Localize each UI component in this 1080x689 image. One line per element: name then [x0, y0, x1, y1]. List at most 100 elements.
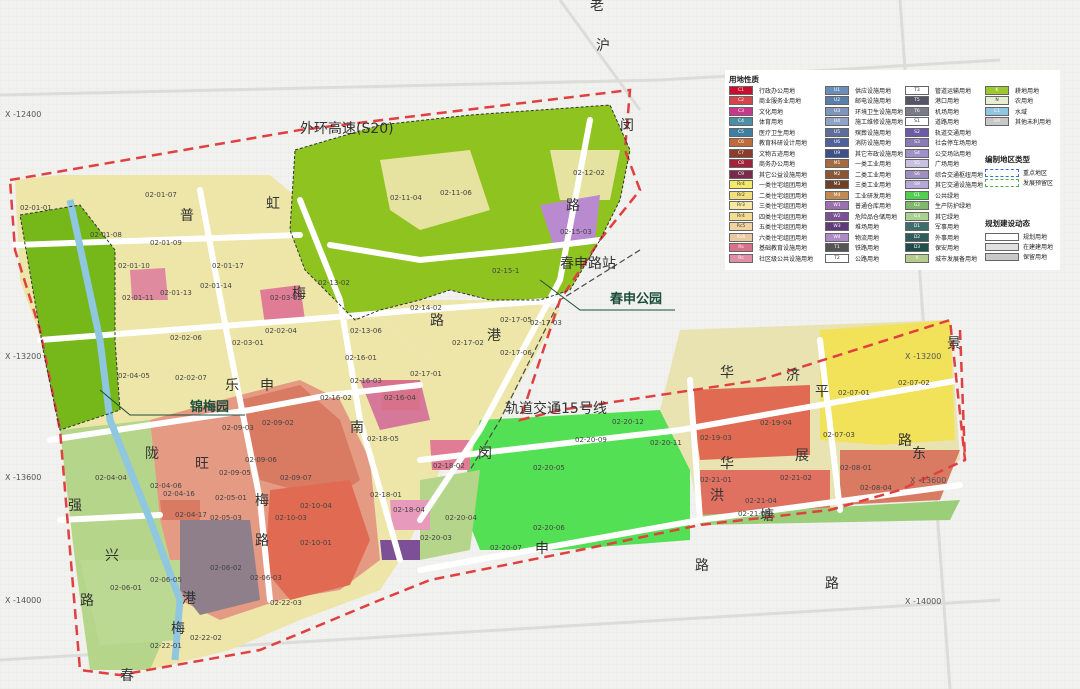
legend-item: C4 体育用地 — [729, 117, 783, 126]
legend-label: 城市发展备用地 — [935, 255, 978, 263]
legend-label: 行政办公用地 — [759, 87, 796, 95]
s20-label: 外环高速(S20) — [300, 120, 394, 137]
legend-item: C8 商务办公用地 — [729, 159, 795, 168]
parcel-label: 02-04-06 — [150, 482, 182, 490]
legend-swatch: C7 — [729, 148, 753, 158]
parcel-label: 02-03-02 — [270, 294, 302, 302]
legend-swatch: E9 — [985, 117, 1009, 126]
legend-plan-item: 在建建用地 — [985, 242, 1053, 251]
parcel-label: 02-19-04 — [760, 419, 792, 427]
legend-label: 供应设施用地 — [855, 87, 892, 95]
parcel-label: 02-17-03 — [530, 319, 562, 327]
parcel-label: 02-22-01 — [150, 642, 182, 650]
legend-plan-label: 保留用地 — [1023, 254, 1048, 261]
legend-label: 医疗卫生用地 — [759, 129, 796, 137]
legend-swatch: N — [985, 96, 1009, 105]
legend-swatch: U3 — [825, 106, 849, 116]
legend-swatch: D3 — [905, 243, 929, 252]
legend-title-types: 编制地区类型 — [985, 155, 1030, 164]
parcel-label: 02-06-02 — [210, 564, 242, 572]
parcel-label: 02-07-01 — [838, 389, 870, 397]
hong-label: 洪 — [710, 488, 724, 504]
parcel-label: 02-02-06 — [170, 334, 202, 342]
coord-x13600: X -13600 — [5, 473, 42, 482]
legend-swatch: U4 — [825, 117, 849, 126]
parcel-label: 02-20-05 — [533, 464, 565, 472]
parcel-label: 02-21-01 — [700, 476, 732, 484]
legend-item: T6 机场用地 — [905, 106, 959, 116]
legend-item: T5 港口用地 — [905, 96, 959, 105]
station-label: 春申路站 — [560, 256, 616, 272]
legend-label: 消防设施用地 — [855, 140, 892, 147]
legend-plan-item: 保留用地 — [985, 252, 1047, 261]
parcel-label: 02-08-01 — [840, 464, 872, 472]
legend-label: 二类工业用地 — [855, 171, 892, 179]
gang-label: 港 — [182, 591, 196, 607]
hua-1: 华 — [720, 365, 734, 381]
legend-item: Rr4 一类住宅组团用地 — [729, 180, 808, 189]
legend-label: 文化用地 — [759, 108, 784, 116]
parcel-label: 02-04-16 — [163, 490, 195, 498]
legend-label: 二类住宅组团用地 — [759, 192, 808, 200]
legend-swatch: S6 — [905, 169, 929, 179]
chun-label: 春 — [120, 668, 134, 684]
qiang-label: 强 — [68, 498, 82, 514]
legend-label: 社会停车场用地 — [935, 140, 978, 147]
legend-swatch: C6 — [729, 138, 753, 147]
wang-label: 旺 — [195, 456, 209, 472]
legend-item: U1 供应设施用地 — [825, 85, 892, 95]
legend-swatch: W4 — [825, 232, 849, 242]
parcel-label: 02-09-03 — [222, 424, 254, 432]
metro-label: 轨道交通15号线 — [505, 400, 607, 417]
parcel-label: 02-20-03 — [420, 534, 452, 542]
coord-x14000: X -14000 — [5, 596, 42, 605]
legend-type-label: 重点地区 — [1023, 170, 1048, 177]
legend-swatch: T3 — [905, 85, 929, 95]
legend-label: 军事用地 — [935, 224, 960, 231]
legend-label: 公共绿地 — [935, 192, 960, 200]
parcel-label: 02-04-05 — [118, 372, 150, 380]
parcel-label: 02-22-03 — [270, 599, 302, 607]
legend-label: 铁路用地 — [855, 245, 880, 252]
parcel-label: 02-10-01 — [300, 539, 332, 547]
legend-swatch: S2 — [905, 127, 929, 137]
legend-item: S1 道路用地 — [905, 117, 960, 126]
legend-item: Rr3 三类住宅组团用地 — [729, 201, 807, 210]
legend-item: C9 其它公益设施用地 — [729, 169, 808, 179]
parcel-label: 02-10-04 — [300, 502, 332, 510]
legend-label: 其它公益设施用地 — [759, 171, 808, 179]
legend-item: G1 公共绿地 — [905, 190, 960, 200]
legend-swatch: C8 — [729, 159, 753, 168]
parcel-label: 02-18-05 — [367, 435, 399, 443]
legend: 用地性质 C1 行政办公用地 C2 商业服务业用地 C3 文化用地 C4 体育用地 C5 医疗卫生… — [725, 70, 1060, 270]
legend-swatch: Rr4 — [729, 180, 753, 189]
ping-label: 平 — [815, 384, 829, 400]
legend-plan-swatch — [985, 232, 1019, 241]
legend-label: 道路用地 — [935, 119, 960, 126]
parcel-label: 02-01-13 — [160, 289, 192, 297]
legend-label: 轨道交通用地 — [935, 129, 972, 137]
legend-label: 四类住宅组团用地 — [759, 213, 808, 221]
legend-item: C3 文化用地 — [729, 106, 784, 116]
parcel-label: 02-09-02 — [262, 419, 294, 427]
parcel-label: 02-17-02 — [452, 339, 484, 347]
legend-plan-item: 规划用地 — [985, 232, 1047, 241]
parcel-label: 02-12-02 — [573, 169, 605, 177]
mei-road: 路 — [255, 533, 269, 549]
legend-label: 一类住宅组团用地 — [759, 182, 808, 189]
legend-item: E1 水域 — [985, 106, 1027, 116]
legend-plan-label: 规划用地 — [1023, 234, 1048, 241]
parcel-label: 02-11-06 — [440, 189, 472, 197]
legend-swatch: Rc — [729, 253, 753, 263]
legend-label: 商业服务业用地 — [759, 98, 802, 105]
xing-label: 兴 — [105, 548, 119, 564]
legend-item: W2 危险品仓储用地 — [825, 211, 897, 221]
legend-label: 社区级公共设施用地 — [759, 255, 814, 263]
shen-south: 申 — [535, 541, 549, 557]
pule-1: 普 — [180, 208, 194, 224]
legend-swatch: K — [985, 85, 1009, 95]
legend-label: 六类住宅组团用地 — [759, 234, 808, 242]
legend-item: Rr4 四类住宅组团用地 — [729, 211, 808, 221]
legend-label: 五类住宅组团用地 — [759, 224, 808, 231]
legend-swatch: Rr2 — [729, 190, 753, 200]
